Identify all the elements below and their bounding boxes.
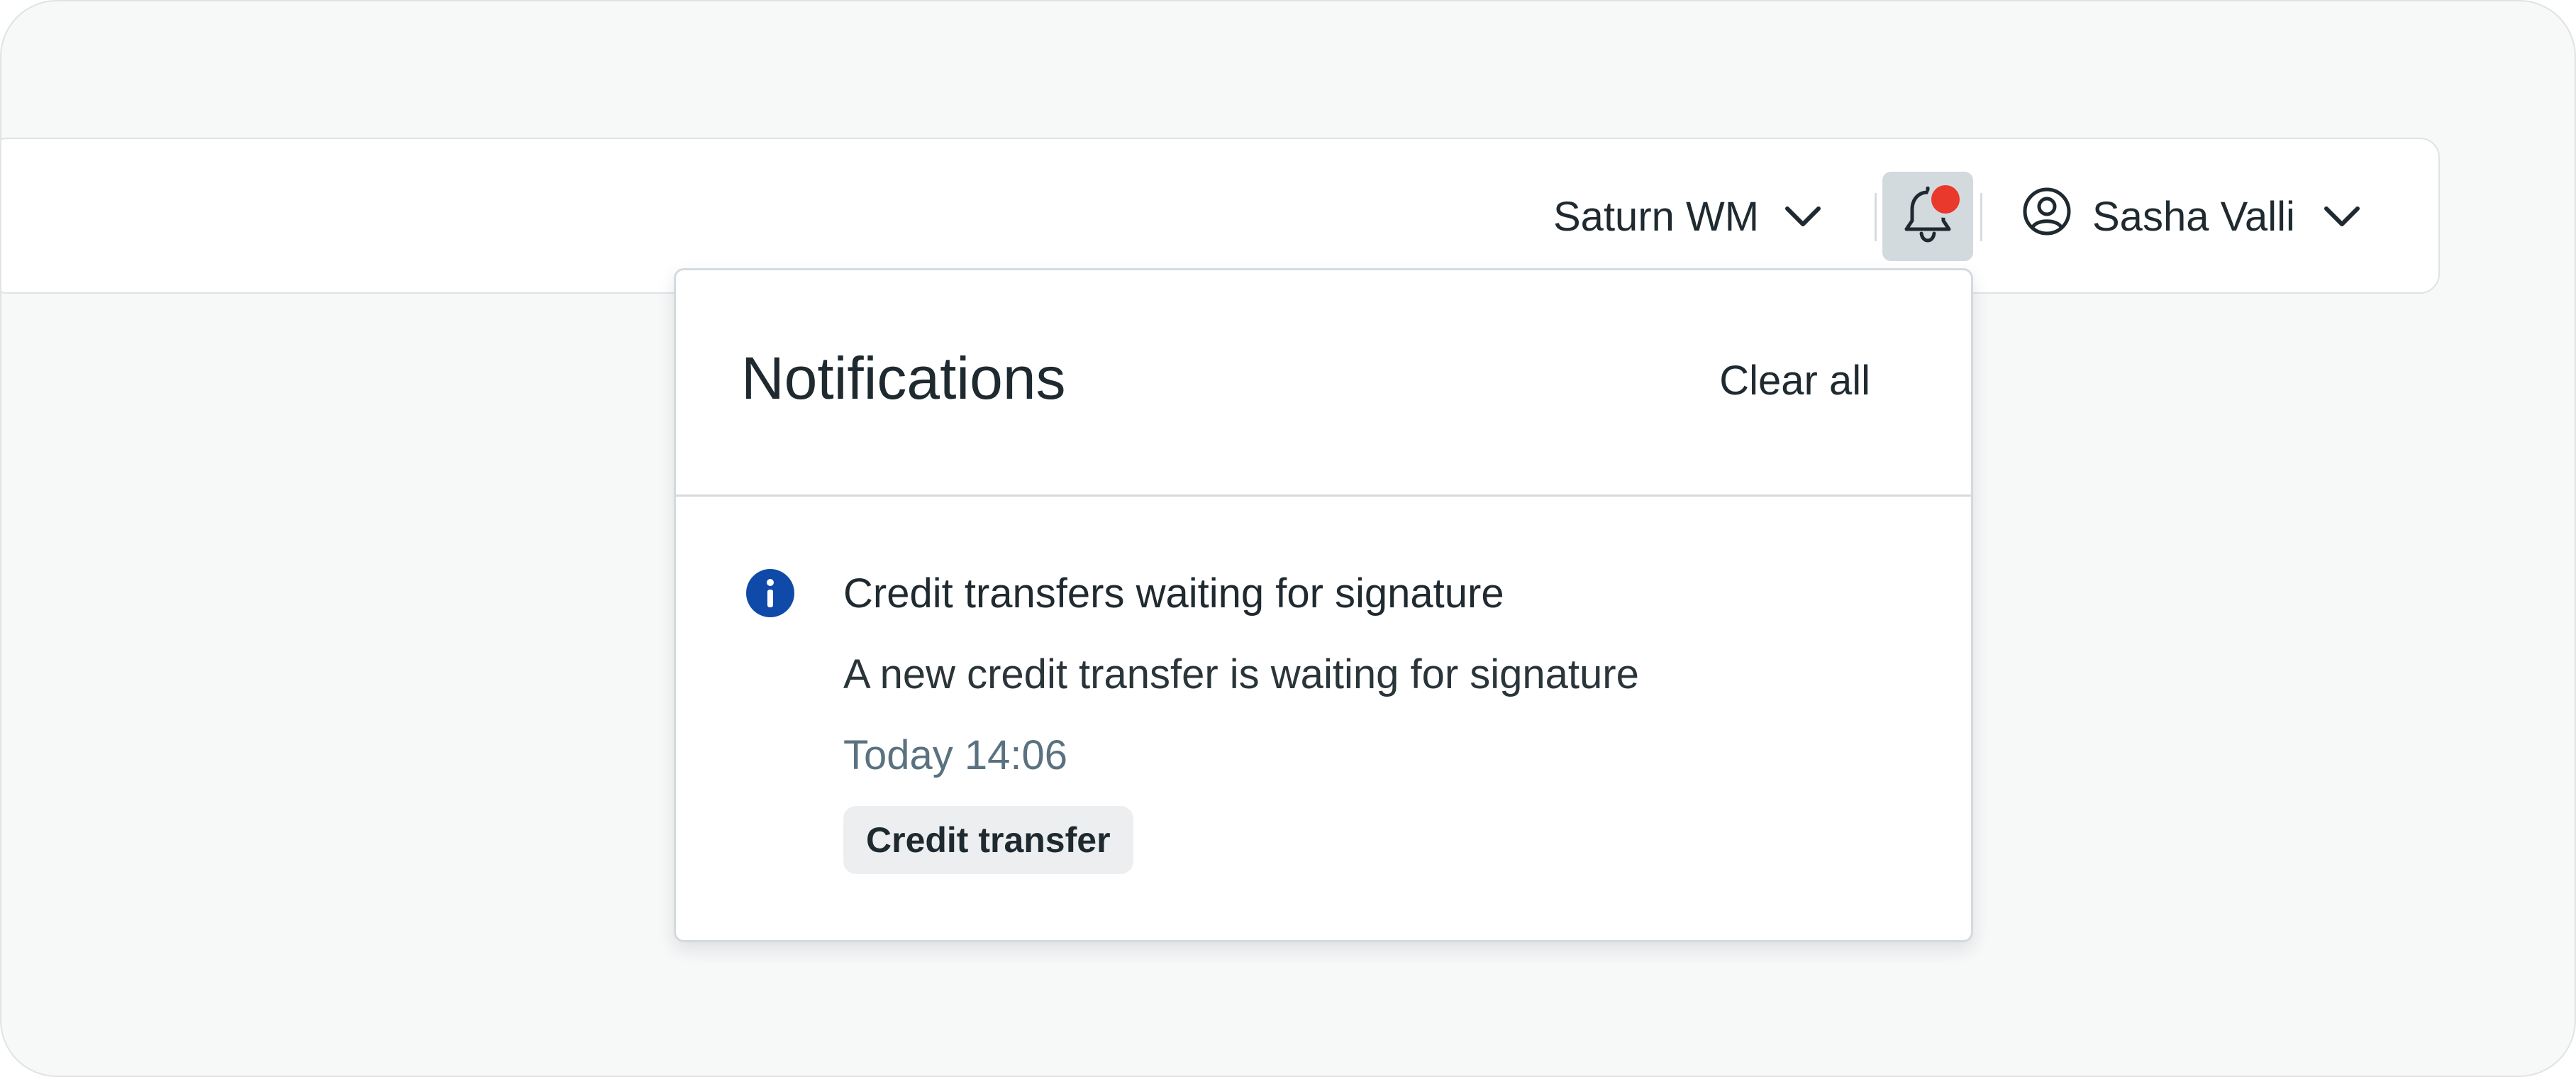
user-menu[interactable]: Sasha Valli bbox=[2021, 187, 2360, 245]
user-circle-icon bbox=[2021, 186, 2072, 247]
chevron-down-icon bbox=[2324, 205, 2360, 228]
notification-timestamp: Today 14:06 bbox=[843, 732, 1068, 778]
info-icon bbox=[745, 568, 795, 618]
user-name: Sasha Valli bbox=[2092, 193, 2295, 240]
unread-badge bbox=[1927, 181, 1964, 218]
chevron-down-icon bbox=[1784, 205, 1821, 228]
notification-body: A new credit transfer is waiting for sig… bbox=[843, 651, 1639, 697]
notification-title: Credit transfers waiting for signature bbox=[843, 570, 1504, 617]
header-divider bbox=[1980, 193, 1982, 241]
notifications-panel: Notifications Clear all Credit transfers… bbox=[674, 268, 1973, 942]
org-switcher-label: Saturn WM bbox=[1553, 193, 1760, 240]
notifications-panel-header: Notifications Clear all bbox=[676, 270, 1971, 497]
app-window: Saturn WM Sasha Valli Notifications Clea… bbox=[0, 0, 2576, 1077]
notification-tag: Credit transfer bbox=[843, 806, 1133, 874]
org-switcher[interactable]: Saturn WM bbox=[1553, 187, 1821, 245]
notifications-button[interactable] bbox=[1882, 172, 1973, 261]
clear-all-button[interactable]: Clear all bbox=[1719, 357, 1870, 404]
panel-title: Notifications bbox=[741, 345, 1066, 412]
header-divider bbox=[1875, 193, 1877, 241]
